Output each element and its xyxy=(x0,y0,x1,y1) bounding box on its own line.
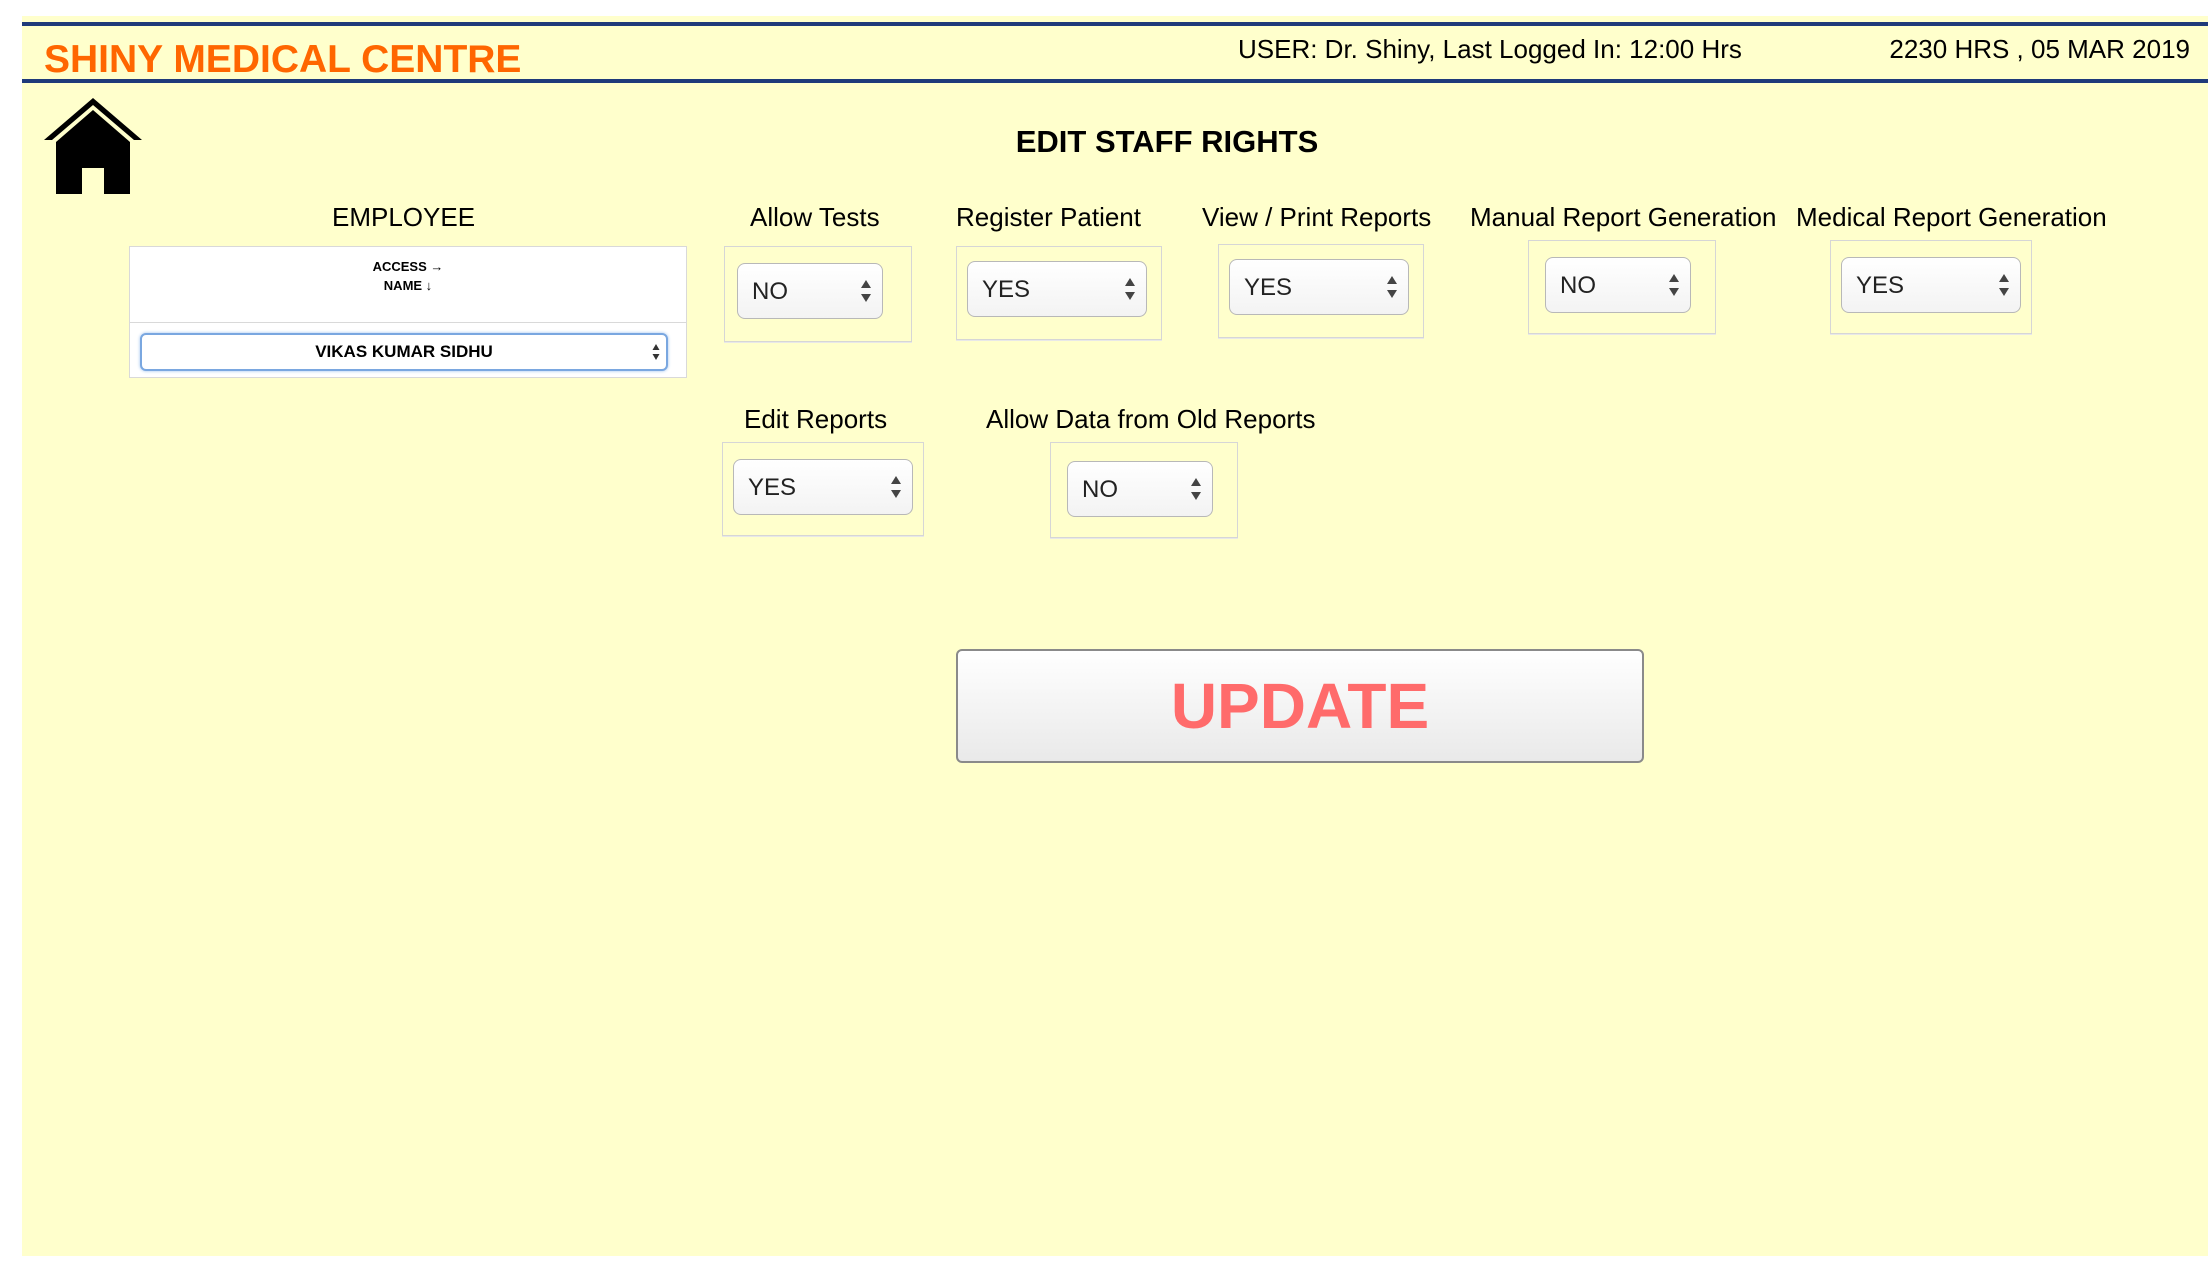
header-bar: SHINY MEDICAL CENTRE USER: Dr. Shiny, La… xyxy=(22,22,2208,83)
allow-data-old-reports-value: NO xyxy=(1082,476,1118,503)
view-print-reports-value: YES xyxy=(1244,274,1293,301)
name-header: NAME ↓ xyxy=(383,278,433,293)
edit-reports-select[interactable]: YES xyxy=(733,459,913,515)
register-patient-select[interactable]: YES xyxy=(967,261,1147,317)
medical-report-generation-select[interactable]: YES xyxy=(1841,257,2021,313)
updown-arrows-icon xyxy=(861,280,871,302)
employee-label: EMPLOYEE xyxy=(332,202,476,232)
view-print-reports-cell: YES xyxy=(1218,244,1424,338)
medical-report-generation-label: Medical Report Generation xyxy=(1796,202,2107,232)
manual-report-generation-label: Manual Report Generation xyxy=(1470,202,1777,232)
allow-tests-select[interactable]: NO xyxy=(737,263,883,319)
allow-data-old-reports-cell: NO xyxy=(1050,442,1238,538)
employee-table: ACCESS → NAME ↓ VIKAS KUMAR SIDHU xyxy=(129,246,687,378)
view-print-reports-label: View / Print Reports xyxy=(1202,202,1432,232)
employee-select[interactable]: VIKAS KUMAR SIDHU xyxy=(140,333,668,371)
current-datetime: 2230 HRS , 05 MAR 2019 xyxy=(1889,34,2190,64)
employee-table-header: ACCESS → NAME ↓ xyxy=(130,247,686,323)
updown-arrows-icon xyxy=(891,476,901,498)
updown-arrows-icon xyxy=(1999,274,2009,296)
page-title: EDIT STAFF RIGHTS xyxy=(1015,124,1319,159)
allow-tests-label: Allow Tests xyxy=(750,202,880,232)
manual-report-generation-value: NO xyxy=(1560,272,1596,299)
page-container: SHINY MEDICAL CENTRE USER: Dr. Shiny, La… xyxy=(22,16,2208,1256)
updown-arrows-icon xyxy=(1669,274,1679,296)
manual-report-generation-cell: NO xyxy=(1528,240,1716,334)
register-patient-label: Register Patient xyxy=(956,202,1141,232)
updown-arrows-icon xyxy=(1191,478,1201,500)
allow-tests-value: NO xyxy=(752,278,788,305)
manual-report-generation-select[interactable]: NO xyxy=(1545,257,1691,313)
allow-data-old-reports-label: Allow Data from Old Reports xyxy=(986,404,1316,434)
brand-title: SHINY MEDICAL CENTRE xyxy=(44,38,522,81)
medical-report-generation-value: YES xyxy=(1856,272,1905,299)
allow-data-old-reports-select[interactable]: NO xyxy=(1067,461,1213,517)
edit-reports-label: Edit Reports xyxy=(744,404,888,434)
user-info: USER: Dr. Shiny, Last Logged In: 12:00 H… xyxy=(1238,34,1742,64)
edit-reports-cell: YES xyxy=(722,442,924,536)
register-patient-value: YES xyxy=(982,276,1031,303)
updown-arrows-icon xyxy=(652,344,660,360)
updown-arrows-icon xyxy=(1387,276,1397,298)
register-patient-cell: YES xyxy=(956,246,1162,340)
update-button[interactable]: UPDATE xyxy=(956,649,1644,763)
view-print-reports-select[interactable]: YES xyxy=(1229,259,1409,315)
access-header: ACCESS → xyxy=(372,259,444,274)
medical-report-generation-cell: YES xyxy=(1830,240,2032,334)
edit-reports-value: YES xyxy=(748,474,797,501)
allow-tests-cell: NO xyxy=(724,246,912,342)
employee-select-value: VIKAS KUMAR SIDHU xyxy=(315,342,493,361)
updown-arrows-icon xyxy=(1125,278,1135,300)
